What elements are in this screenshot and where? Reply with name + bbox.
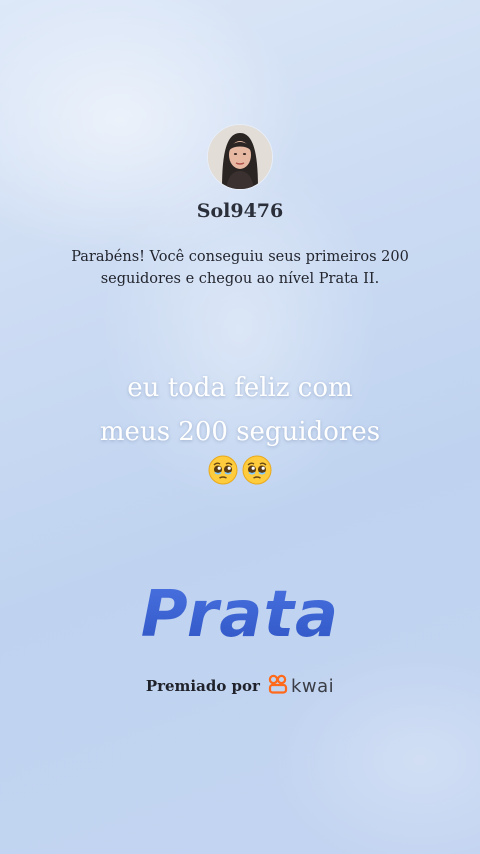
brand-logo: kwai — [268, 674, 334, 698]
kwai-logo-icon — [268, 674, 288, 698]
congrats-message-line-1: Parabéns! Você conseguiu seus primeiros … — [71, 249, 409, 265]
pleading-face-icon — [208, 455, 238, 485]
awarded-by: Premiado por kwai — [0, 674, 480, 698]
brand-name: kwai — [290, 675, 335, 697]
congrats-message: Parabéns! Você conseguiu seus primeiros … — [40, 246, 440, 290]
awarded-by-label: Premiado por — [145, 677, 260, 695]
user-caption: eu toda feliz com meus 200 seguidores — [0, 366, 480, 454]
user-caption-line-1: eu toda feliz com — [127, 373, 353, 403]
congrats-message-line-2: seguidores e chegou ao nível Prata II. — [100, 271, 380, 287]
user-caption-line-2: meus 200 seguidores — [99, 417, 381, 447]
emoji-row — [0, 455, 480, 485]
pleading-face-icon — [242, 455, 272, 485]
username: Sol9476 — [196, 200, 284, 222]
avatar[interactable] — [207, 124, 273, 190]
tier-name: Prata — [0, 578, 480, 652]
